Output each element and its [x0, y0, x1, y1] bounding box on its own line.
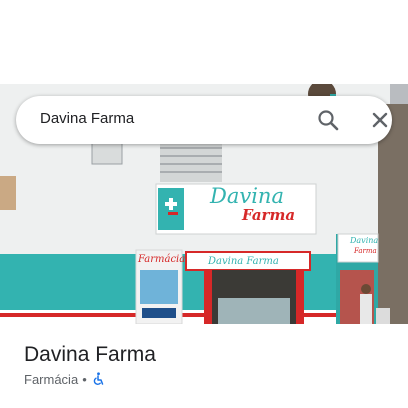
search-button[interactable]	[312, 104, 344, 136]
place-info-card[interactable]: Davina Farma Farmácia •	[0, 324, 408, 408]
clear-search-button[interactable]	[364, 104, 396, 136]
store-sign-line1: Davina	[210, 184, 284, 208]
search-bar[interactable]: Davina Farma	[16, 96, 392, 144]
top-blank-area	[0, 0, 408, 84]
banner-text: Farmácia	[138, 254, 186, 265]
side-sign-line2: Farma	[354, 247, 377, 255]
awning-text: Davina Farma	[208, 256, 279, 267]
search-input[interactable]: Davina Farma	[40, 110, 134, 127]
store-sign-line2: Farma	[242, 206, 296, 224]
side-sign-line1: Davina	[350, 236, 379, 245]
place-subtitle-row: Farmácia •	[24, 370, 105, 388]
place-category: Farmácia	[24, 371, 79, 387]
separator-dot: •	[82, 371, 87, 387]
wheelchair-accessible-icon	[93, 372, 103, 385]
place-name[interactable]: Davina Farma	[24, 343, 156, 367]
close-icon	[372, 112, 388, 128]
search-icon	[318, 110, 339, 131]
